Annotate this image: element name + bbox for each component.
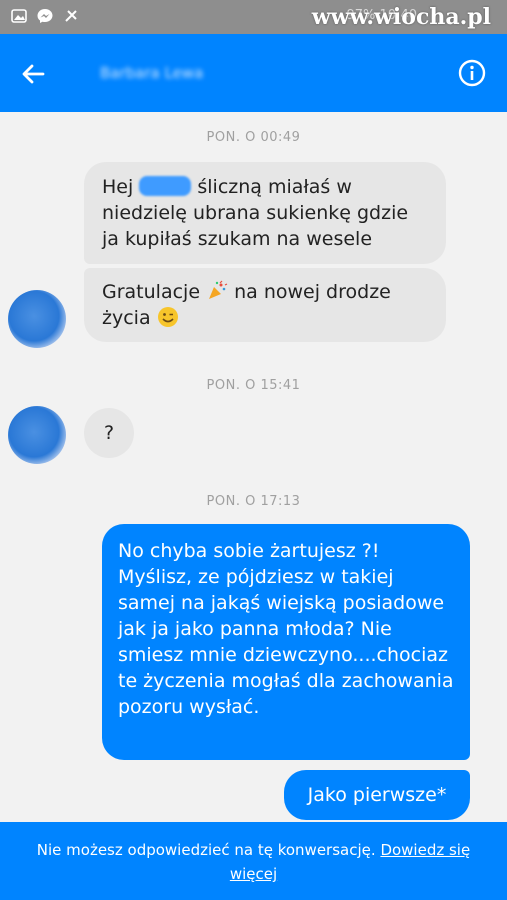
- party-popper-icon: [209, 280, 228, 299]
- notification-icon: [65, 10, 77, 22]
- message-text: No chyba sobie żartujesz ?! Myślisz, ze …: [118, 540, 454, 718]
- conversation-header: Barbara Lewa: [0, 34, 507, 112]
- timestamp: PON. O 00:49: [206, 130, 301, 145]
- info-button[interactable]: [457, 58, 487, 88]
- timestamp: PON. O 15:41: [206, 378, 301, 393]
- conversation-blocked-notice: Nie możesz odpowiedzieć na tę konwersacj…: [0, 822, 507, 900]
- avatar[interactable]: [8, 290, 66, 348]
- wink-emoji-icon: [157, 307, 178, 327]
- redacted-name: [139, 176, 192, 196]
- incoming-message[interactable]: ?: [84, 408, 134, 458]
- gallery-icon: [11, 9, 27, 23]
- message-text: Jako pierwsze*: [307, 784, 447, 806]
- message-text: Gratulacje: [102, 281, 201, 303]
- message-text: ?: [103, 422, 115, 444]
- outgoing-message[interactable]: No chyba sobie żartujesz ?! Myślisz, ze …: [102, 524, 470, 760]
- contact-name[interactable]: Barbara Lewa: [100, 64, 203, 82]
- message-text: Hej: [102, 176, 134, 198]
- avatar[interactable]: [8, 406, 66, 464]
- status-icons: [10, 7, 80, 25]
- arrow-back-icon: [22, 64, 45, 84]
- messenger-icon: [37, 9, 53, 23]
- incoming-message[interactable]: Gratulacje na nowej drodze życia: [84, 268, 446, 342]
- watermark: www.wiocha.pl: [311, 4, 491, 30]
- status-bar: 97% 10:40 www.wiocha.pl: [0, 0, 507, 34]
- notice-text: Nie możesz odpowiedzieć na tę konwersacj…: [36, 841, 376, 859]
- info-icon: [458, 59, 486, 87]
- timestamp: PON. O 17:13: [206, 494, 301, 509]
- back-button[interactable]: [18, 59, 48, 89]
- incoming-message[interactable]: Hej śliczną miałaś w niedzielę ubrana su…: [84, 162, 446, 264]
- outgoing-message[interactable]: Jako pierwsze*: [284, 770, 470, 820]
- message-thread[interactable]: PON. O 00:49 Hej śliczną miałaś w niedzi…: [0, 112, 507, 822]
